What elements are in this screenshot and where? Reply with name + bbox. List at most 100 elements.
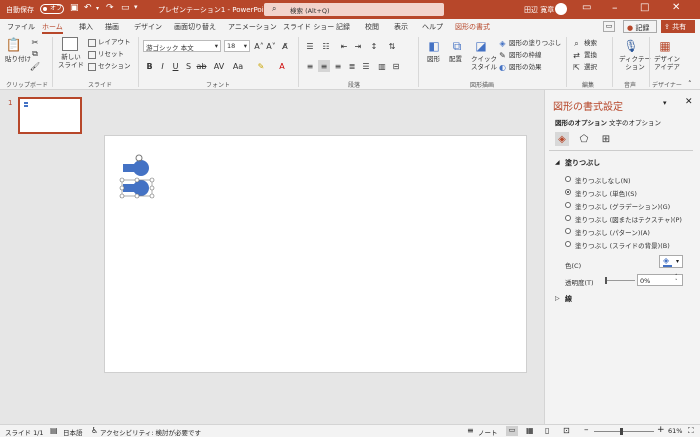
fit-to-window-icon[interactable]: ⛶ — [688, 426, 694, 436]
comments-icon[interactable]: ▭ — [603, 21, 615, 32]
tab-shape-options[interactable]: 図形のオプション — [555, 117, 607, 127]
designer-icon[interactable]: ▦ — [657, 38, 673, 54]
avatar[interactable] — [555, 3, 567, 15]
select-button[interactable]: 選択 — [584, 63, 597, 72]
tab-shape-format[interactable]: 図形の書式 — [455, 22, 490, 32]
copy-icon[interactable]: ⧉ — [30, 49, 40, 59]
transparency-slider[interactable] — [605, 277, 635, 284]
align-right-icon[interactable]: ≡ — [332, 60, 344, 72]
reset-button[interactable]: リセット — [98, 50, 124, 59]
spin-buttons-icon[interactable]: ˄ ˅ — [675, 275, 678, 285]
reset-icon[interactable] — [88, 51, 96, 59]
change-case-icon[interactable]: Aa — [232, 60, 244, 72]
notes-button[interactable]: ノート — [478, 427, 498, 437]
shape-circle[interactable] — [133, 160, 149, 176]
layout-button[interactable]: レイアウト — [98, 38, 131, 47]
rotate-handle[interactable] — [135, 154, 143, 162]
resize-handle[interactable] — [119, 193, 125, 199]
fill-radio-picture[interactable] — [565, 215, 571, 221]
grow-font-icon[interactable]: A˄ — [254, 40, 264, 52]
shape-effects-button[interactable]: 図形の効果 — [509, 63, 542, 72]
tab-view[interactable]: 表示 — [394, 22, 408, 32]
reading-view-icon[interactable]: ▯ — [545, 426, 549, 435]
pane-close-icon[interactable]: ✕ — [685, 97, 693, 107]
resize-handle[interactable] — [134, 193, 140, 199]
expand-fill-icon[interactable]: ◢ — [555, 159, 560, 166]
format-painter-icon[interactable]: 🖌 — [30, 61, 40, 71]
tab-text-options[interactable]: 文字のオプション — [609, 117, 661, 127]
shadow-icon[interactable]: S — [184, 60, 193, 72]
minimize-icon[interactable]: – — [612, 1, 618, 14]
char-spacing-icon[interactable]: AV — [212, 60, 226, 72]
tab-animations[interactable]: アニメーション — [228, 22, 277, 32]
arrange-label[interactable]: 配置 — [449, 55, 462, 64]
align-text-icon[interactable]: ⊟ — [390, 60, 402, 72]
close-icon[interactable]: ✕ — [672, 2, 680, 13]
new-slide-label[interactable]: 新しい スライド — [58, 53, 84, 70]
search-box[interactable]: ⌕ 検索 (Alt+Q) — [264, 3, 444, 16]
cut-icon[interactable]: ✂ — [30, 37, 40, 47]
font-name-combo[interactable]: 游ゴシック 本文 ▾ — [143, 40, 221, 52]
shapes-icon[interactable]: ◧ — [426, 38, 442, 54]
section-button[interactable]: セクション — [98, 62, 131, 71]
tab-home[interactable]: ホーム — [42, 22, 63, 34]
font-size-combo[interactable]: 18 ▾ — [224, 40, 250, 52]
shape-fill-button[interactable]: 図形の塗りつぶし — [509, 39, 561, 48]
slideshow-view-icon[interactable]: ⊡ — [563, 426, 570, 435]
spellcheck-icon[interactable]: ▤ — [50, 426, 58, 435]
expand-line-icon[interactable]: ▷ — [555, 295, 560, 302]
ribbon-display-icon[interactable]: ▭ — [582, 2, 591, 13]
shrink-font-icon[interactable]: A˅ — [266, 40, 276, 52]
tab-insert[interactable]: 挿入 — [79, 22, 93, 32]
resize-handle[interactable] — [149, 185, 155, 191]
section-icon[interactable] — [88, 63, 96, 71]
fill-bucket-icon[interactable]: ◈ — [498, 39, 507, 48]
section-line[interactable]: 線 — [565, 294, 572, 304]
autosave-toggle[interactable]: オフ — [40, 4, 64, 14]
design-ideas-label[interactable]: デザイン アイデア — [654, 55, 680, 72]
effects-pentagon-icon[interactable]: ⬠ — [577, 132, 591, 146]
select-icon[interactable]: ⇱ — [572, 63, 581, 72]
shape-circle-selected[interactable] — [133, 180, 149, 196]
normal-view-icon[interactable]: ▭ — [506, 426, 518, 436]
zoom-slider-thumb[interactable] — [620, 428, 623, 435]
tab-transitions[interactable]: 画面切り替え — [174, 22, 216, 32]
present-icon[interactable]: ▭ — [121, 3, 130, 13]
resize-handle[interactable] — [119, 177, 125, 183]
clear-format-icon[interactable]: A̸ — [280, 40, 290, 52]
new-slide-icon[interactable] — [62, 37, 78, 51]
resize-handle[interactable] — [119, 185, 125, 191]
shapes-label[interactable]: 図形 — [427, 55, 440, 64]
transparency-input[interactable]: 0% ˄ ˅ — [637, 274, 683, 286]
align-left-icon[interactable]: ≡ — [304, 60, 316, 72]
italic-icon[interactable]: I — [158, 60, 167, 72]
tab-draw[interactable]: 描画 — [105, 22, 119, 32]
accessibility-status[interactable]: アクセシビリティ: 検討が必要です — [100, 427, 201, 437]
tab-help[interactable]: ヘルプ — [422, 22, 443, 32]
slide-thumbnail[interactable] — [18, 97, 82, 134]
customize-qat-icon[interactable]: ▾ — [134, 3, 138, 11]
shape-group[interactable] — [119, 154, 159, 204]
distribute-icon[interactable]: ☰ — [360, 60, 372, 72]
font-color-icon[interactable]: A — [276, 60, 288, 72]
find-button[interactable]: 検索 — [584, 39, 597, 48]
share-button[interactable]: ⇪ 共有 — [661, 20, 695, 33]
effects-icon[interactable]: ◐ — [498, 63, 507, 72]
zoom-slider[interactable] — [594, 428, 654, 435]
size-properties-icon[interactable]: ⊞ — [599, 132, 613, 146]
paste-label[interactable]: 貼り付け — [5, 55, 31, 64]
highlight-icon[interactable]: ✎ — [255, 60, 267, 72]
slide[interactable] — [104, 135, 527, 373]
tab-design[interactable]: デザイン — [134, 22, 162, 32]
line-spacing-icon[interactable]: ↕ — [368, 40, 380, 52]
zoom-level[interactable]: 61% — [668, 427, 682, 435]
quick-styles-label[interactable]: クイック スタイル — [471, 55, 497, 72]
replace-icon[interactable]: ⇄ — [572, 51, 581, 60]
shape-outline-button[interactable]: 図形の枠線 — [509, 51, 542, 60]
collapse-ribbon-icon[interactable]: ˄ — [688, 80, 692, 88]
strikethrough-icon[interactable]: ab — [197, 60, 207, 72]
arrange-icon[interactable]: ⧉ — [449, 38, 465, 54]
bullets-icon[interactable]: ☰ — [304, 40, 316, 52]
save-icon[interactable]: ▣ — [70, 3, 79, 13]
underline-icon[interactable]: U — [171, 60, 180, 72]
